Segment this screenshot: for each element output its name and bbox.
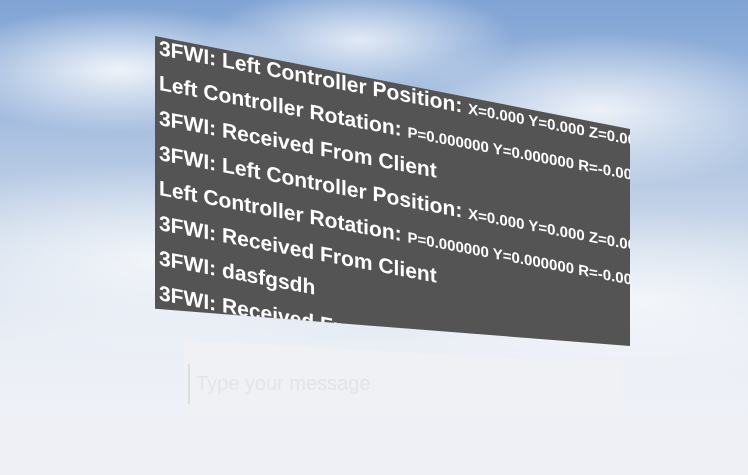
vr-chat-scene: 3FWI: Left Controller Position: X=0.000 … (0, 0, 748, 475)
message-input[interactable] (188, 364, 622, 404)
chat-log-lines: 3FWI: Left Controller Position: X=0.000 … (159, 36, 630, 346)
chat-log-panel: 3FWI: Left Controller Position: X=0.000 … (155, 36, 630, 346)
message-input-box (184, 340, 622, 416)
